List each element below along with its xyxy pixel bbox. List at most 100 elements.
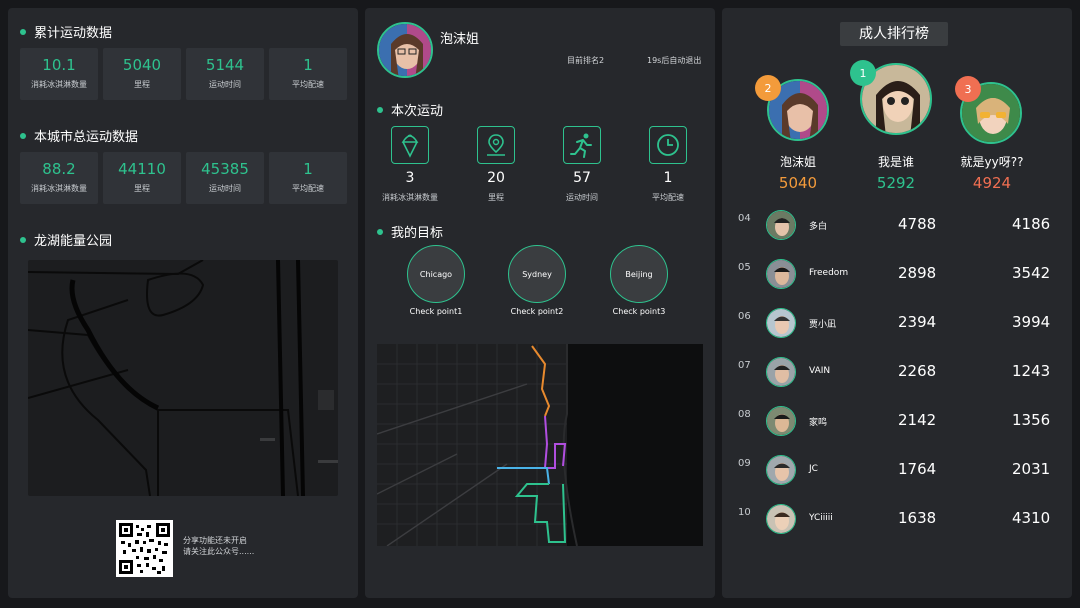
- row-value-1: 1764: [898, 460, 937, 478]
- row-value-2: 1356: [1012, 411, 1051, 429]
- goal-checkpoint[interactable]: Beijing: [610, 245, 668, 303]
- current-sport-title: 本次运动: [377, 100, 443, 119]
- stat-label: 平均配速: [292, 80, 324, 89]
- stat-value: 88.2: [42, 160, 76, 178]
- current-value: 20: [487, 170, 505, 186]
- row-value-2: 3542: [1012, 264, 1051, 282]
- leaderboard-row[interactable]: 10 YCiiiii 1638 4310: [722, 504, 1072, 544]
- goal-label: Check point1: [409, 307, 463, 316]
- stat-value: 10.1: [42, 56, 76, 74]
- stat-value: 5144: [205, 56, 245, 74]
- top-name: 泡沫姐: [779, 155, 816, 169]
- current-label: 里程: [488, 193, 504, 202]
- row-name: VAIN: [809, 366, 831, 376]
- share-note-line2: 请关注此公众号......: [183, 547, 255, 556]
- row-value-1: 2898: [898, 264, 937, 282]
- current-value: 57: [573, 170, 591, 186]
- bullet-dot-icon: [20, 236, 26, 243]
- stat-card: 10.1 消耗冰淇淋数量: [20, 48, 98, 100]
- row-rank: 08: [738, 409, 751, 420]
- top-score: 5292: [876, 174, 916, 192]
- row-value-1: 2268: [898, 362, 937, 380]
- qr-code[interactable]: [116, 520, 173, 577]
- top-score: 4924: [972, 174, 1012, 192]
- auto-exit-text: 19s后自动退出: [647, 56, 702, 65]
- stat-card: 5040 里程: [103, 48, 181, 100]
- top-name: 我是谁: [877, 155, 914, 169]
- row-rank: 09: [738, 458, 751, 469]
- row-name: Freedom: [809, 268, 849, 278]
- running-icon: [563, 126, 601, 164]
- stat-value: 1: [303, 160, 313, 178]
- stat-value: 45385: [201, 160, 249, 178]
- row-name: YCiiiii: [809, 513, 833, 523]
- stat-label: 里程: [134, 184, 150, 193]
- row-value-2: 2031: [1012, 460, 1051, 478]
- leaderboard-row[interactable]: 04 多白 4788 4186: [722, 210, 1072, 250]
- stat-card: 5144 运动时间: [186, 48, 264, 100]
- cumulative-title-text: 累计运动数据: [34, 26, 113, 41]
- goal-label: Check point3: [612, 307, 666, 316]
- bullet-dot-icon: [20, 28, 26, 35]
- row-value-2: 4310: [1012, 509, 1051, 527]
- row-avatar: [766, 357, 796, 387]
- goal-checkpoint[interactable]: Chicago: [407, 245, 465, 303]
- row-rank: 07: [738, 360, 751, 371]
- bullet-dot-icon: [377, 228, 383, 235]
- middle-panel: 泡沫姐 目前排名2 19s后自动退出 本次运动 3 消耗冰淇淋数量 20 里程 …: [365, 8, 715, 598]
- row-avatar: [766, 259, 796, 289]
- park-map[interactable]: [28, 260, 338, 496]
- share-note: 分享功能还未开启 请关注此公众号......: [183, 535, 254, 557]
- leaderboard-row[interactable]: 08 家鸣 2142 1356: [722, 406, 1072, 446]
- leaderboard-row[interactable]: 05 Freedom 2898 3542: [722, 259, 1072, 299]
- cumulative-stats: 10.1 消耗冰淇淋数量 5040 里程 5144 运动时间 1 平均配速: [20, 48, 347, 100]
- row-avatar: [766, 308, 796, 338]
- city-section-title: 本城市总运动数据: [20, 126, 138, 145]
- rank-badge-2: 2: [755, 75, 781, 101]
- share-note-line1: 分享功能还未开启: [183, 536, 247, 545]
- goal-checkpoint[interactable]: Sydney: [508, 245, 566, 303]
- route-map[interactable]: [377, 344, 703, 546]
- user-name: 泡沫姐: [440, 32, 480, 47]
- current-rank-text: 目前排名2: [567, 56, 605, 65]
- row-value-2: 3994: [1012, 313, 1051, 331]
- leaderboard-row[interactable]: 09 JC 1764 2031: [722, 455, 1072, 495]
- city-stats: 88.2 消耗冰淇淋数量 44110 里程 45385 运动时间 1 平均配速: [20, 152, 347, 204]
- stat-label: 运动时间: [209, 80, 241, 89]
- row-value-1: 1638: [898, 509, 937, 527]
- row-avatar: [766, 455, 796, 485]
- current-sport-title-text: 本次运动: [391, 104, 444, 119]
- current-label: 平均配速: [652, 193, 684, 202]
- leaderboard-row[interactable]: 07 VAIN 2268 1243: [722, 357, 1072, 397]
- row-avatar: [766, 504, 796, 534]
- qr-code-icon: [119, 523, 170, 574]
- user-avatar-icon: [379, 24, 431, 76]
- row-name: 家鸣: [809, 418, 828, 428]
- leaderboard-title: 成人排行榜: [840, 22, 948, 46]
- stat-card: 88.2 消耗冰淇淋数量: [20, 152, 98, 204]
- row-rank: 10: [738, 507, 751, 518]
- row-avatar: [766, 210, 796, 240]
- stat-value: 5040: [122, 56, 162, 74]
- left-panel: 累计运动数据 10.1 消耗冰淇淋数量 5040 里程 5144 运动时间 1 平均配速…: [8, 8, 358, 598]
- park-title-text: 龙湖能量公园: [34, 234, 113, 249]
- park-map-roads: [28, 260, 338, 496]
- current-label: 消耗冰淇淋数量: [382, 193, 438, 202]
- row-avatar: [766, 406, 796, 436]
- right-panel: 成人排行榜 2 泡沫姐 5040 1 我是谁 5292 3 就是yy呀?? 49…: [722, 8, 1072, 598]
- cumulative-section-title: 累计运动数据: [20, 22, 112, 41]
- user-avatar: [377, 22, 433, 78]
- stat-label: 里程: [134, 80, 150, 89]
- route-map-canvas: [377, 344, 578, 546]
- current-value: 1: [663, 170, 673, 186]
- row-name: 贾小凪: [809, 320, 837, 330]
- bullet-dot-icon: [377, 106, 383, 113]
- top-name: 就是yy呀??: [960, 155, 1024, 169]
- row-value-2: 4186: [1012, 215, 1051, 233]
- row-value-1: 2142: [898, 411, 937, 429]
- row-value-1: 4788: [898, 215, 937, 233]
- leaderboard-row[interactable]: 06 贾小凪 2394 3994: [722, 308, 1072, 348]
- park-section-title: 龙湖能量公园: [20, 230, 112, 249]
- current-label: 运动时间: [566, 193, 598, 202]
- stat-card: 1 平均配速: [269, 48, 347, 100]
